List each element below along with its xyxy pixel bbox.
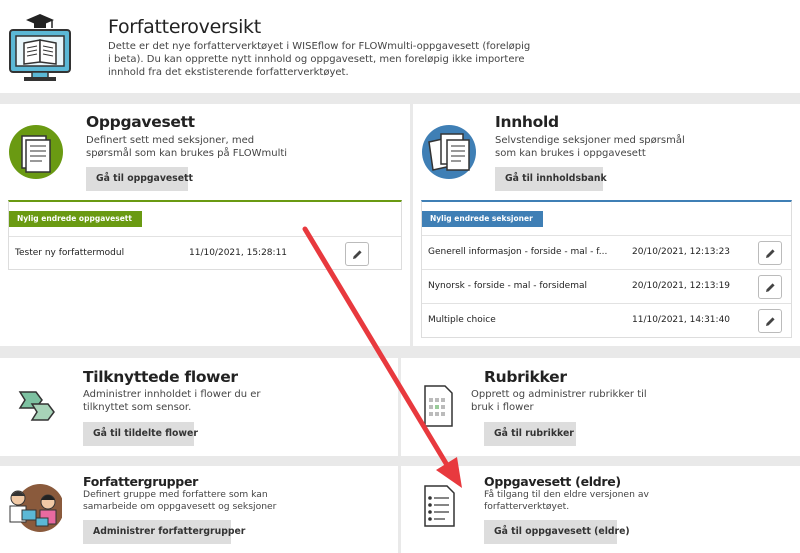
checklist-document-icon <box>421 482 457 530</box>
row-date: 11/10/2021, 15:28:11 <box>189 248 288 258</box>
administrer-forfattergrupper-button[interactable]: Administrer forfattergrupper <box>83 520 245 544</box>
oppgavesett-panel: Oppgavesett Definert sett med seksjoner,… <box>0 104 410 346</box>
page-description-line-2: i beta). Du kan opprette nytt innhold og… <box>108 54 525 65</box>
row-name: Nynorsk - forside - mal - forsidemal <box>428 281 587 291</box>
row-name: Multiple choice <box>428 315 496 325</box>
rubrikker-panel: Rubrikker Opprett og administrer rubrikk… <box>401 358 800 456</box>
innhold-title: Innhold <box>495 113 559 131</box>
edit-button[interactable] <box>758 275 782 299</box>
row-date: 11/10/2021, 14:31:40 <box>632 315 731 325</box>
innhold-desc-1: Selvstendige seksjoner med spørsmål <box>495 135 685 146</box>
header-panel: Forfatteroversikt Dette er det nye forfa… <box>0 0 800 93</box>
oppgavesett-title: Oppgavesett <box>86 113 195 131</box>
table-row[interactable]: Nynorsk - forside - mal - forsidemal 20/… <box>422 269 791 303</box>
eldre-desc-1: Få tilgang til den eldre versjonen av <box>484 489 649 500</box>
go-to-innholdsbank-button[interactable]: Gå til innholdsbank <box>495 167 607 191</box>
documents-stack-icon <box>421 124 477 180</box>
flower-desc-1: Administrer innholdet i flower du er <box>83 389 261 400</box>
table-row[interactable]: Tester ny forfattermodul 11/10/2021, 15:… <box>9 236 401 270</box>
edit-button[interactable] <box>758 309 782 333</box>
flow-arrows-icon <box>16 388 60 424</box>
table-row[interactable]: Multiple choice 11/10/2021, 14:31:40 <box>422 303 791 337</box>
row-date: 20/10/2021, 12:13:19 <box>632 281 731 291</box>
eldre-panel: Oppgavesett (eldre) Få tilgang til den e… <box>401 466 800 553</box>
document-icon <box>8 124 64 180</box>
teacher-computer-icon <box>6 10 74 82</box>
oppgavesett-desc-2: spørsmål som kan brukes på FLOWmulti <box>86 148 288 159</box>
edit-button[interactable] <box>758 241 782 265</box>
recent-seksjoner-ribbon: Nylig endrede seksjoner <box>422 211 543 227</box>
eldre-desc-2: forfatterverktøyet. <box>484 501 570 512</box>
pencil-icon <box>766 317 775 326</box>
author-group-icon <box>6 484 64 532</box>
flower-title: Tilknyttede flower <box>83 368 238 386</box>
flower-desc-2: tilknyttet som sensor. <box>83 402 192 413</box>
flower-panel: Tilknyttede flower Administrer innholdet… <box>0 358 398 456</box>
forfattergrupper-panel: Forfattergrupper Definert gruppe med for… <box>0 466 398 553</box>
recent-oppgavesett-list: Nylig endrede oppgavesett Tester ny forf… <box>8 200 402 270</box>
pencil-icon <box>353 250 362 259</box>
oppgavesett-desc-1: Definert sett med seksjoner, med <box>86 135 255 146</box>
eldre-title: Oppgavesett (eldre) <box>484 474 621 489</box>
innhold-desc-2: som kan brukes i oppgavesett <box>495 148 646 159</box>
recent-oppgavesett-ribbon: Nylig endrede oppgavesett <box>9 211 142 227</box>
go-to-tildelte-flower-button[interactable]: Gå til tildelte flower <box>83 422 198 446</box>
page-title: Forfatteroversikt <box>108 16 261 38</box>
page-description-line-1: Dette er det nye forfatterverktøyet i WI… <box>108 41 531 52</box>
row-date: 20/10/2021, 12:13:23 <box>632 247 731 257</box>
go-to-oppgavesett-eldre-button[interactable]: Gå til oppgavesett (eldre) <box>484 520 630 544</box>
forfattergrupper-desc-2: samarbeide om oppgavesett og seksjoner <box>83 501 277 512</box>
go-to-oppgavesett-button[interactable]: Gå til oppgavesett <box>86 167 193 191</box>
innhold-panel: Innhold Selvstendige seksjoner med spørs… <box>413 104 800 346</box>
recent-seksjoner-list: Nylig endrede seksjoner Generell informa… <box>421 200 792 338</box>
pencil-icon <box>766 249 775 258</box>
forfattergrupper-title: Forfattergrupper <box>83 474 198 489</box>
pencil-icon <box>766 283 775 292</box>
row-name: Generell informasjon - forside - mal - f… <box>428 247 608 257</box>
rubrikker-desc-1: Opprett og administrer rubrikker til <box>471 389 647 400</box>
table-row[interactable]: Generell informasjon - forside - mal - f… <box>422 235 791 269</box>
go-to-rubrikker-button[interactable]: Gå til rubrikker <box>484 422 576 446</box>
rubrikker-desc-2: bruk i flower <box>471 402 534 413</box>
rubrikker-title: Rubrikker <box>484 368 567 386</box>
page-description-line-3: innhold fra det ekstisterende forfatterv… <box>108 67 349 78</box>
edit-button[interactable] <box>345 242 369 266</box>
row-name: Tester ny forfattermodul <box>15 248 125 258</box>
forfattergrupper-desc-1: Definert gruppe med forfattere som kan <box>83 489 268 500</box>
rubric-document-icon <box>421 384 455 428</box>
